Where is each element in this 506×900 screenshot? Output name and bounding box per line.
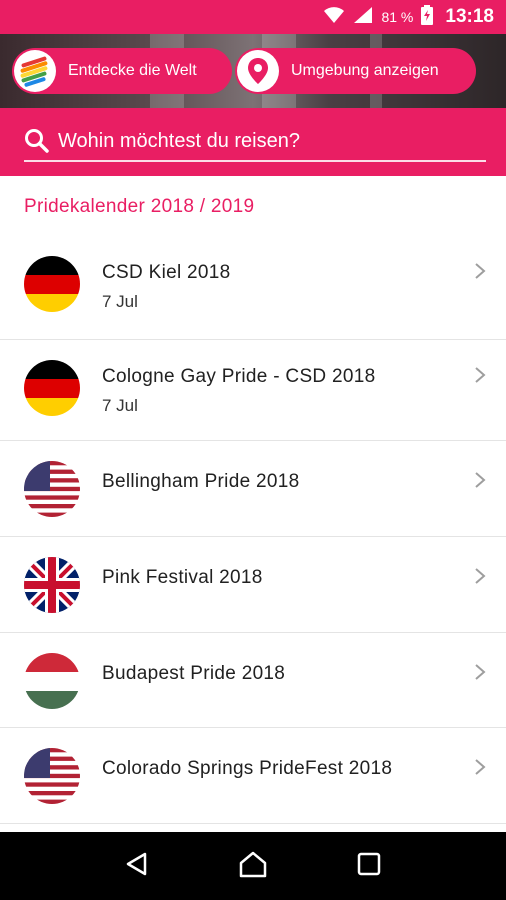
event-name: Bellingham Pride 2018 [102,471,300,492]
event-date: 7 Jul [102,396,138,415]
list-item[interactable]: Bellingham Pride 2018 [0,441,506,537]
show-nearby-label: Umgebung anzeigen [291,62,439,79]
back-icon[interactable] [124,851,150,882]
event-name: Cologne Gay Pride - CSD 2018 [102,366,376,387]
recent-apps-icon[interactable] [356,851,382,882]
signal-icon [353,6,373,29]
list-item[interactable]: Pink Festival 2018 [0,537,506,633]
discover-world-button[interactable]: Entdecke die Welt [12,48,232,94]
battery-percent: 81 % [381,9,414,25]
uk-flag-icon [24,557,80,613]
location-pin-icon [237,50,279,92]
chevron-right-icon [474,663,486,686]
hungary-flag-icon [24,653,80,709]
list-item[interactable]: CSD Kiel 2018 7 Jul [0,236,506,340]
usa-flag-icon [24,461,80,517]
event-name: Colorado Springs PrideFest 2018 [102,758,393,779]
rainbow-globe-icon [14,50,56,92]
system-navigation-bar [0,832,506,900]
list-item[interactable]: Budapest Pride 2018 [0,633,506,728]
search-bar-container: Wohin möchtest du reisen? [0,108,506,176]
search-icon [25,129,49,153]
germany-flag-icon [24,360,80,416]
event-date: 7 Jul [102,292,138,311]
clock: 13:18 [445,6,494,27]
battery-icon [421,4,434,30]
chevron-right-icon [474,262,486,285]
search-input[interactable]: Wohin möchtest du reisen? [24,122,486,162]
chevron-right-icon [474,758,486,781]
list-item[interactable]: Colorado Springs PrideFest 2018 [0,728,506,824]
home-icon[interactable] [238,850,268,883]
event-name: Budapest Pride 2018 [102,663,286,684]
germany-flag-icon [24,256,80,312]
event-name: CSD Kiel 2018 [102,262,231,283]
event-name: Pink Festival 2018 [102,567,263,588]
discover-world-label: Entdecke die Welt [68,62,197,79]
chevron-right-icon [474,567,486,590]
chevron-right-icon [474,366,486,389]
wifi-icon [323,6,345,29]
show-nearby-button[interactable]: Umgebung anzeigen [235,48,476,94]
section-title: Pridekalender 2018 / 2019 [24,196,255,217]
chevron-right-icon [474,471,486,494]
usa-flag-icon [24,748,80,804]
search-placeholder: Wohin möchtest du reisen? [58,129,300,152]
status-bar: 81 % 13:18 [0,0,506,34]
event-list: CSD Kiel 2018 7 Jul Cologne Gay Pride - … [0,236,506,824]
list-item[interactable]: Cologne Gay Pride - CSD 2018 7 Jul [0,340,506,441]
